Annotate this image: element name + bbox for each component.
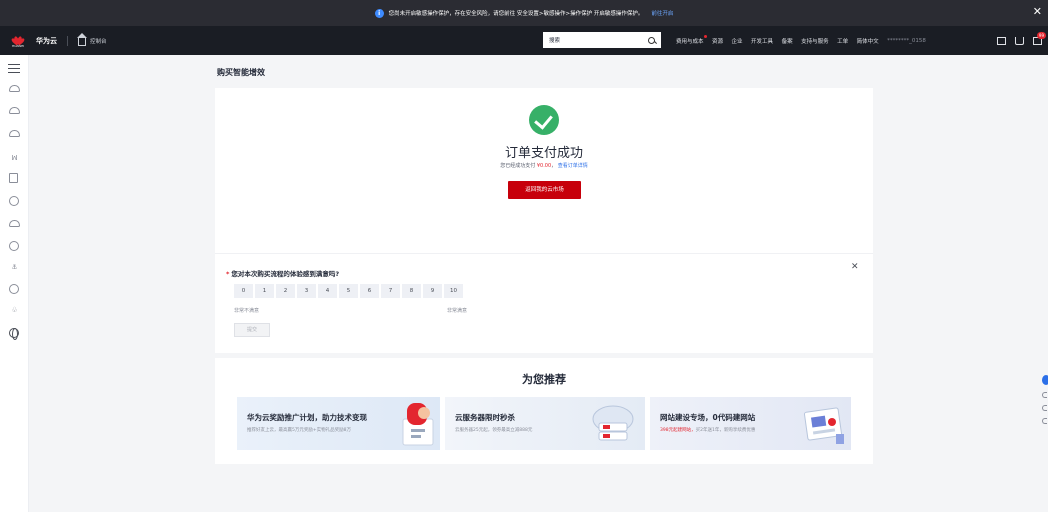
score-option[interactable]: 5 bbox=[339, 284, 358, 298]
cloud-compute-icon[interactable] bbox=[9, 107, 20, 114]
promo-banner-server-sale[interactable]: 云服务器限时秒杀 云服务器25元起，领券最高立减888元 bbox=[445, 397, 645, 450]
gift-illustration bbox=[402, 403, 434, 446]
success-title: 订单支付成功 bbox=[504, 146, 583, 161]
success-check-icon bbox=[529, 105, 559, 135]
order-details-link[interactable]: 查看订单详情 bbox=[558, 163, 588, 169]
score-option[interactable]: 8 bbox=[402, 284, 421, 298]
recommendations-title: 为您推荐 bbox=[522, 373, 566, 386]
banner-title: 华为云奖励推广计划，助力技术变现 bbox=[247, 413, 367, 422]
security-icon[interactable] bbox=[9, 196, 19, 206]
chat-icon[interactable] bbox=[1042, 405, 1047, 411]
top-navigation: HUAWEI 华为云 控制台 搜索 费用与成本 资源 企业 开发工具 备案 支持… bbox=[0, 26, 1048, 55]
search-placeholder: 搜索 bbox=[549, 38, 561, 44]
submit-survey-button[interactable]: 提交 bbox=[234, 323, 270, 337]
score-option[interactable]: 6 bbox=[360, 284, 379, 298]
close-survey-icon[interactable]: ✕ bbox=[851, 262, 859, 272]
cloud-storage-icon[interactable] bbox=[9, 130, 20, 137]
score-option[interactable]: 7 bbox=[381, 284, 400, 298]
nav-divider bbox=[67, 35, 68, 46]
enable-protection-link[interactable]: 前往开启 bbox=[651, 9, 673, 17]
container-icon[interactable] bbox=[9, 220, 20, 227]
page-title: 购买智能增效 bbox=[217, 68, 265, 77]
cart-icon[interactable] bbox=[1015, 36, 1024, 45]
nav-icons: 99 bbox=[988, 26, 1046, 55]
nav-link-support[interactable]: 支持与服务 bbox=[801, 37, 829, 45]
banner-title: 网站建设专场，0代码建网站 bbox=[660, 413, 756, 422]
cloud-service-icon[interactable] bbox=[9, 85, 20, 92]
info-icon: i bbox=[374, 8, 384, 18]
scale-high-label: 非常满意 bbox=[447, 308, 468, 314]
globe-icon[interactable] bbox=[9, 328, 19, 340]
document-icon[interactable] bbox=[997, 36, 1006, 45]
nav-links: 费用与成本 资源 企业 开发工具 备案 支持与服务 工单 简体中文 ******… bbox=[676, 26, 934, 55]
close-icon[interactable]: ✕ bbox=[1033, 6, 1042, 18]
users-icon[interactable]: ♧ bbox=[9, 305, 20, 315]
banner-subtitle: 398元起建网站，买2年送1年，新购享续费优惠 bbox=[660, 428, 756, 433]
language-switch[interactable]: 简体中文 bbox=[857, 37, 879, 45]
divider bbox=[215, 253, 873, 254]
brand-name[interactable]: 华为云 bbox=[36, 36, 57, 46]
message-badge: 99 bbox=[1036, 31, 1046, 39]
nav-link-filing[interactable]: 备案 bbox=[782, 37, 793, 45]
monitor-icon[interactable] bbox=[9, 241, 19, 251]
survey-question-text: 您对本次购买流程的体验感到满意吗? bbox=[231, 270, 340, 278]
order-success-card: 订单支付成功 您已经成功支付 ¥0.00， 查看订单详情 返回我的云市场 * 您对… bbox=[215, 88, 873, 353]
security-notice-bar: i 您尚未开启敏感操作保护，存在安全风险，请您前往 安全设置>敏感操作>操作保护… bbox=[0, 0, 1048, 26]
survey-question: * 您对本次购买流程的体验感到满意吗? bbox=[226, 268, 339, 278]
paid-amount: ¥0.00 bbox=[536, 163, 552, 169]
score-option[interactable]: 10 bbox=[444, 284, 463, 298]
nav-link-enterprise[interactable]: 企业 bbox=[732, 37, 743, 45]
menu-icon[interactable] bbox=[8, 64, 20, 73]
paid-label: 您已经成功支付 bbox=[500, 163, 536, 169]
banner-subtitle: 推荐好友上云，最高赢5万元奖励+实物礼品奖励8万 bbox=[247, 428, 351, 433]
satisfaction-scale: 0 1 2 3 4 5 6 7 8 9 10 bbox=[234, 284, 465, 298]
assistant-icon[interactable] bbox=[1042, 375, 1048, 385]
huawei-logo[interactable]: HUAWEI bbox=[10, 34, 26, 48]
scale-low-label: 非常不满意 bbox=[234, 308, 260, 314]
cloud-server-illustration bbox=[592, 405, 634, 441]
settings-icon[interactable] bbox=[9, 284, 19, 294]
console-link[interactable]: 控制台 bbox=[90, 37, 107, 45]
search-input[interactable]: 搜索 bbox=[543, 32, 661, 48]
nav-link-billing[interactable]: 费用与成本 bbox=[676, 34, 706, 45]
promo-banner-referral[interactable]: 华为云奖励推广计划，助力技术变现 推荐好友上云，最高赢5万元奖励+实物礼品奖励8… bbox=[237, 397, 440, 450]
mail-icon[interactable]: 99 bbox=[1033, 31, 1046, 45]
website-illustration bbox=[803, 407, 844, 444]
score-option[interactable]: 3 bbox=[297, 284, 316, 298]
feedback-icon[interactable] bbox=[1042, 392, 1047, 398]
nav-link-tickets[interactable]: 工单 bbox=[837, 37, 848, 45]
required-mark: * bbox=[226, 270, 230, 278]
security-notice-text: 您尚未开启敏感操作保护，存在安全风险，请您前往 安全设置>敏感操作>操作保护 开… bbox=[388, 11, 644, 17]
success-subtitle: 您已经成功支付 ¥0.00， 查看订单详情 bbox=[500, 163, 588, 169]
home-icon[interactable] bbox=[77, 33, 87, 46]
nav-link-resources[interactable]: 资源 bbox=[712, 37, 723, 45]
floating-help-toolbar bbox=[1042, 375, 1048, 443]
help-icon[interactable] bbox=[1042, 418, 1047, 424]
banner-subtitle: 云服务器25元起，领券最高立减888元 bbox=[455, 428, 533, 433]
banner-title: 云服务器限时秒杀 bbox=[455, 413, 515, 422]
score-option[interactable]: 9 bbox=[423, 284, 442, 298]
network-icon[interactable]: ꟽ bbox=[9, 153, 20, 163]
recommendations-section: 为您推荐 华为云奖励推广计划，助力技术变现 推荐好友上云，最高赢5万元奖励+实物… bbox=[215, 358, 873, 464]
deploy-icon[interactable]: ⚓ bbox=[9, 262, 20, 272]
score-option[interactable]: 1 bbox=[255, 284, 274, 298]
database-icon[interactable] bbox=[9, 173, 18, 183]
promo-banner-website-builder[interactable]: 网站建设专场，0代码建网站 398元起建网站，买2年送1年，新购享续费优惠 bbox=[650, 397, 851, 450]
back-to-marketplace-button[interactable]: 返回我的云市场 bbox=[508, 181, 581, 199]
sidebar: ꟽ ⚓ ♧ bbox=[0, 55, 29, 512]
score-option[interactable]: 4 bbox=[318, 284, 337, 298]
nav-link-devtools[interactable]: 开发工具 bbox=[751, 37, 773, 45]
logo-wordmark: HUAWEI bbox=[11, 43, 25, 48]
search-icon[interactable] bbox=[648, 36, 655, 44]
username[interactable]: ********_0158 bbox=[887, 38, 926, 44]
score-option[interactable]: 0 bbox=[234, 284, 253, 298]
score-option[interactable]: 2 bbox=[276, 284, 295, 298]
banner-price-highlight: 398元起建网站， bbox=[660, 428, 696, 433]
